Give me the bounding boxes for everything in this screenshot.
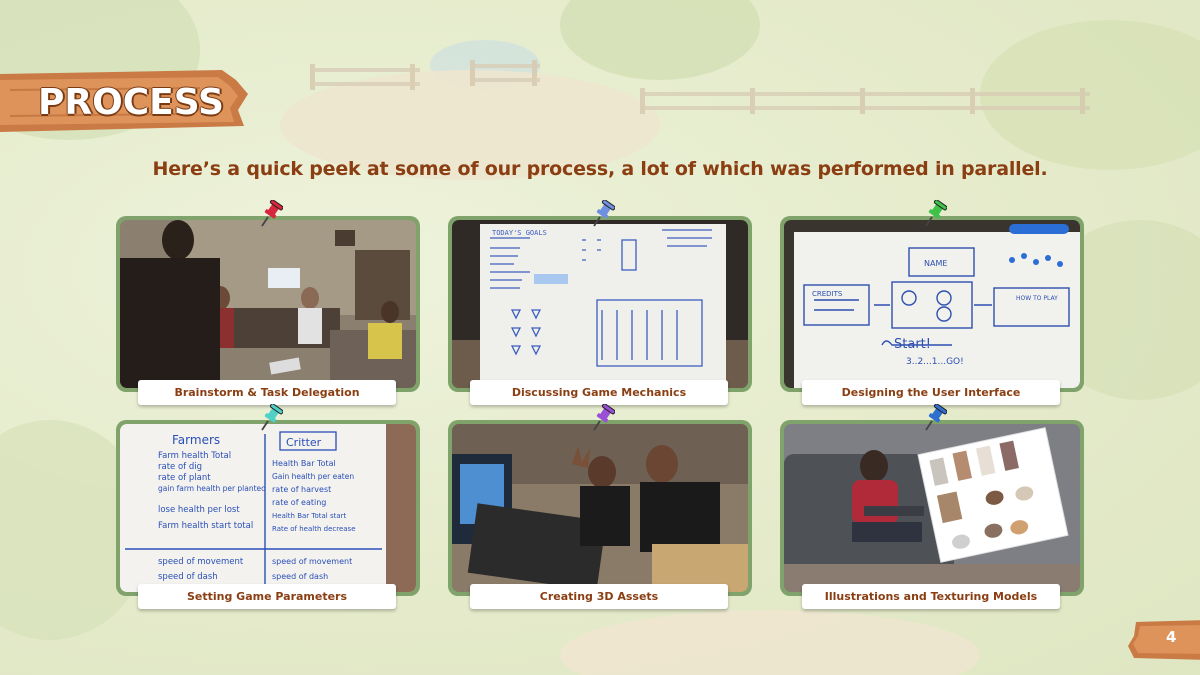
page-number: 4 bbox=[1166, 628, 1177, 646]
photo-card-brainstorm: Brainstorm & Task Delegation bbox=[116, 200, 420, 405]
photo-3d-assets bbox=[452, 424, 748, 592]
pushpin-icon bbox=[261, 200, 283, 227]
caption-brainstorm: Brainstorm & Task Delegation bbox=[138, 380, 396, 405]
farmers-line: speed of dash bbox=[158, 572, 218, 582]
farmers-line: rate of plant bbox=[158, 473, 211, 483]
critter-line: speed of dash bbox=[272, 572, 328, 581]
photo-mechanics: TODAY'S GOALS bbox=[452, 220, 748, 388]
whiteboard-goals-text: TODAY'S GOALS bbox=[492, 229, 547, 237]
photo-brainstorm bbox=[120, 220, 416, 388]
pushpin-icon bbox=[925, 404, 947, 431]
pushpin-icon bbox=[925, 200, 947, 227]
whiteboard-name-text: NAME bbox=[924, 259, 947, 268]
photo-card-illustrations: Illustrations and Texturing Models bbox=[780, 404, 1084, 609]
critter-heading: Critter bbox=[286, 436, 322, 449]
photo-card-parameters: Farmers Critter Farm health Total rate o… bbox=[116, 404, 420, 609]
photo-parameters: Farmers Critter Farm health Total rate o… bbox=[120, 424, 416, 592]
photo-card-mechanics: TODAY'S GOALS Discussing Game Mechanics bbox=[448, 200, 752, 405]
critter-line: Health Bar Total start bbox=[272, 512, 347, 520]
critter-line: rate of eating bbox=[272, 498, 326, 507]
farmers-line: lose health per lost bbox=[158, 505, 240, 515]
caption-ui-design: Designing the User Interface bbox=[802, 380, 1060, 405]
critter-line: Health Bar Total bbox=[272, 459, 336, 468]
whiteboard-how-to-play-text: HOW TO PLAY bbox=[1016, 295, 1058, 302]
caption-mechanics: Discussing Game Mechanics bbox=[470, 380, 728, 405]
farmers-line: rate of dig bbox=[158, 462, 202, 472]
whiteboard-countdown-text: 3..2...1...GO! bbox=[906, 357, 964, 367]
whiteboard-start-text: Start! bbox=[894, 337, 931, 352]
caption-illustrations: Illustrations and Texturing Models bbox=[802, 584, 1060, 609]
farmers-heading: Farmers bbox=[172, 433, 220, 447]
photo-ui-design: NAME CREDITS HOW TO PLAY Start! 3..2...1… bbox=[784, 220, 1080, 388]
whiteboard-credits-text: CREDITS bbox=[812, 290, 843, 298]
caption-3d-assets: Creating 3D Assets bbox=[470, 584, 728, 609]
critter-line: speed of movement bbox=[272, 557, 352, 566]
photo-card-3d-assets: Creating 3D Assets bbox=[448, 404, 752, 609]
pushpin-icon bbox=[261, 404, 283, 431]
critter-line: Rate of health decrease bbox=[272, 525, 356, 533]
caption-parameters: Setting Game Parameters bbox=[138, 584, 396, 609]
pushpin-icon bbox=[593, 404, 615, 431]
farmers-line: Farm health start total bbox=[158, 521, 253, 531]
pushpin-icon bbox=[593, 200, 615, 227]
page-title: PROCESS bbox=[38, 82, 224, 123]
section-banner: PROCESS bbox=[0, 70, 248, 132]
critter-line: Gain health per eaten bbox=[272, 472, 354, 481]
page-subtitle: Here’s a quick peek at some of our proce… bbox=[152, 158, 1048, 180]
photo-card-ui-design: NAME CREDITS HOW TO PLAY Start! 3..2...1… bbox=[780, 200, 1084, 405]
farmers-line: speed of movement bbox=[158, 557, 244, 567]
farmers-line: Farm health Total bbox=[158, 451, 231, 461]
critter-line: rate of harvest bbox=[272, 485, 331, 494]
page-number-tab bbox=[1128, 620, 1200, 660]
farmers-line: gain farm health per planted bbox=[158, 484, 266, 493]
